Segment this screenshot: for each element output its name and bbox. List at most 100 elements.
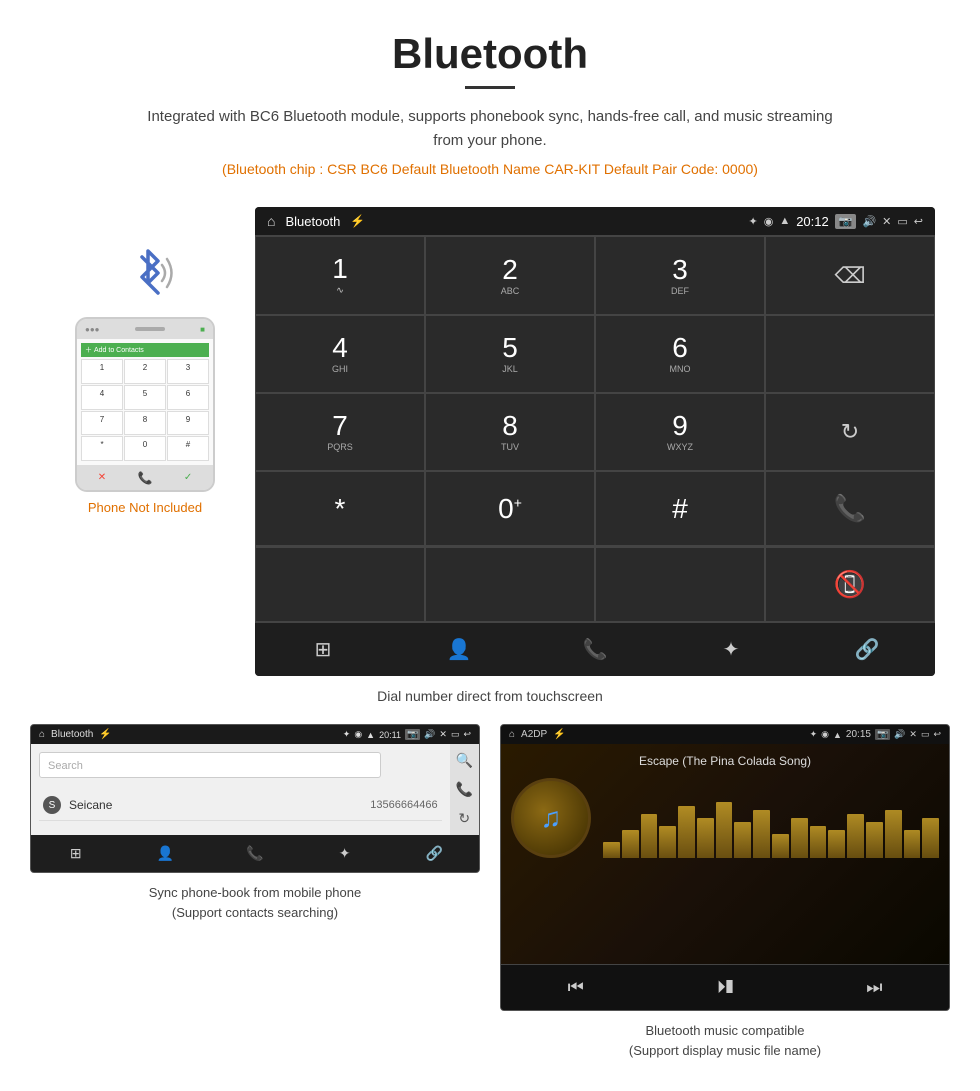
phonebook-usb-icon: ⚡ — [99, 729, 111, 740]
bluetooth-specs: (Bluetooth chip : CSR BC6 Default Blueto… — [20, 161, 960, 177]
signal-icon: ▲ — [779, 215, 790, 227]
dialpad-key-star[interactable]: * — [255, 471, 425, 546]
title-underline — [465, 86, 515, 89]
dialpad-bottom-row: 📵 — [255, 546, 935, 622]
contact-avatar: S — [43, 796, 61, 814]
search-input[interactable]: Search — [39, 752, 381, 778]
dialpad-key-7[interactable]: 7 PQRS — [255, 393, 425, 471]
dialpad-refresh[interactable]: ↻ — [765, 393, 935, 471]
home-icon[interactable]: ⌂ — [267, 213, 275, 229]
phonebook-caption: Sync phone-book from mobile phone (Suppo… — [149, 883, 361, 922]
phone-mockup: ●●● ■ ＋ Add to Contacts 1 2 3 4 5 6 7 8 — [75, 317, 215, 492]
music-album-art: ♫ — [511, 778, 591, 858]
music-song-title: Escape (The Pina Colada Song) — [639, 754, 811, 768]
dialpad-key-5[interactable]: 5 JKL — [425, 315, 595, 393]
nav-link-icon[interactable]: 🔗 — [799, 623, 935, 676]
phone-screen: ＋ Add to Contacts 1 2 3 4 5 6 7 8 9 * 0 … — [77, 339, 213, 465]
bluetooth-wave-icon — [110, 237, 190, 317]
dialpad-backspace[interactable]: ⌫ — [765, 236, 935, 315]
music-vol-icon: 🔊 — [894, 729, 905, 740]
phone-key: 3 — [167, 359, 209, 384]
phone-key: 7 — [81, 411, 123, 436]
music-next-button[interactable]: ⏭ — [800, 965, 949, 1010]
music-location-icon: ◉ — [821, 729, 829, 740]
phonebook-screen: ⌂ Bluetooth ⚡ ✦ ◉ ▲ 20:11 📷 🔊 ✕ ▭ ↩ — [30, 724, 480, 873]
music-note-icon: ♫ — [541, 802, 562, 834]
phonebook-search-icon[interactable]: 🔍 — [456, 752, 473, 769]
dialpad-call-green[interactable]: 📞 — [765, 471, 935, 546]
music-main: Escape (The Pina Colada Song) ♫ — [501, 744, 949, 964]
music-app-name: A2DP — [521, 729, 547, 740]
phone-key: # — [167, 436, 209, 461]
mini-nav-bt[interactable]: ✦ — [300, 835, 390, 872]
close-icon[interactable]: ✕ — [882, 215, 891, 228]
phone-top-bar: ●●● ■ — [77, 319, 213, 339]
mini-nav-link[interactable]: 🔗 — [389, 835, 479, 872]
phone-bottom-bar: ✕ 📞 ✓ — [77, 465, 213, 490]
camera-icon[interactable]: 📷 — [835, 214, 857, 229]
dialpad-key-1[interactable]: 1 ∿ — [255, 236, 425, 315]
music-status-bar: ⌂ A2DP ⚡ ✦ ◉ ▲ 20:15 📷 🔊 ✕ ▭ ↩ — [501, 725, 949, 744]
status-right: ✦ ◉ ▲ 20:12 📷 🔊 ✕ ▭ ↩ — [748, 214, 923, 229]
dialpad-key-8[interactable]: 8 TUV — [425, 393, 595, 471]
music-back-icon[interactable]: ↩ — [933, 729, 941, 740]
dialpad-empty-1 — [765, 315, 935, 393]
phonebook-win-icon[interactable]: ▭ — [451, 729, 460, 740]
bluetooth-status-icon: ✦ — [748, 215, 757, 228]
music-close-icon[interactable]: ✕ — [909, 729, 917, 740]
phonebook-refresh-icon[interactable]: ↻ — [458, 810, 470, 827]
car-dial-display: ⌂ Bluetooth ⚡ ✦ ◉ ▲ 20:12 📷 🔊 ✕ ▭ ↩ — [255, 207, 935, 676]
phonebook-panel: ⌂ Bluetooth ⚡ ✦ ◉ ▲ 20:11 📷 🔊 ✕ ▭ ↩ — [30, 724, 480, 1060]
contact-row-seicane[interactable]: S Seicane 13566664466 — [39, 790, 442, 821]
mini-nav-phone[interactable]: 📞 — [210, 835, 300, 872]
dialpad-key-6[interactable]: 6 MNO — [595, 315, 765, 393]
mini-nav-person[interactable]: 👤 — [121, 835, 211, 872]
usb-icon: ⚡ — [350, 214, 365, 228]
phone-speaker — [135, 327, 165, 331]
music-status-left: ⌂ A2DP ⚡ — [509, 729, 566, 740]
car-bottom-nav: ⊞ 👤 📞 ✦ 🔗 — [255, 622, 935, 676]
contact-number: 13566664466 — [370, 799, 437, 811]
music-signal-icon: ▲ — [833, 730, 842, 740]
window-icon[interactable]: ▭ — [897, 215, 907, 228]
dialpad-key-0[interactable]: 0+ — [425, 471, 595, 546]
page-title: Bluetooth — [20, 30, 960, 78]
phonebook-location-icon: ◉ — [354, 729, 362, 740]
phone-key: 6 — [167, 385, 209, 410]
phonebook-camera-icon: 📷 — [405, 729, 420, 740]
music-status-right: ✦ ◉ ▲ 20:15 📷 🔊 ✕ ▭ ↩ — [810, 729, 941, 740]
dialpad-key-9[interactable]: 9 WXYZ — [595, 393, 765, 471]
bluetooth-wave-container — [110, 237, 180, 307]
nav-phone-icon[interactable]: 📞 — [527, 623, 663, 676]
phonebook-home-icon[interactable]: ⌂ — [39, 729, 45, 740]
phonebook-status-right: ✦ ◉ ▲ 20:11 📷 🔊 ✕ ▭ ↩ — [343, 729, 471, 740]
dialpad-grid: 1 ∿ 2 ABC 3 DEF ⌫ 4 GHI — [255, 235, 935, 546]
phonebook-close-icon[interactable]: ✕ — [439, 729, 447, 740]
phonebook-back-icon[interactable]: ↩ — [463, 729, 471, 740]
mini-nav-grid[interactable]: ⊞ — [31, 835, 121, 872]
phone-not-included-label: Phone Not Included — [88, 500, 202, 515]
music-home-icon[interactable]: ⌂ — [509, 729, 515, 740]
phonebook-vol-icon: 🔊 — [424, 729, 435, 740]
phonebook-body: Search S Seicane 13566664466 🔍 📞 ↻ — [31, 744, 479, 835]
phonebook-bt-icon: ✦ — [343, 729, 351, 740]
nav-grid-icon[interactable]: ⊞ — [255, 623, 391, 676]
phonebook-time: 20:11 — [379, 730, 401, 740]
dialpad-call-red[interactable]: 📵 — [765, 547, 935, 622]
music-play-pause-button[interactable]: ⏵❚ — [650, 965, 799, 1010]
music-win-icon[interactable]: ▭ — [921, 729, 930, 740]
nav-bluetooth-icon[interactable]: ✦ — [663, 623, 799, 676]
dialpad-key-3[interactable]: 3 DEF — [595, 236, 765, 315]
phone-key: 2 — [124, 359, 166, 384]
dialpad-key-hash[interactable]: # — [595, 471, 765, 546]
nav-person-icon[interactable]: 👤 — [391, 623, 527, 676]
phone-key: 5 — [124, 385, 166, 410]
back-icon[interactable]: ↩ — [914, 215, 923, 228]
phonebook-call-icon[interactable]: 📞 — [456, 781, 473, 798]
music-camera-icon: 📷 — [875, 729, 890, 740]
volume-icon[interactable]: 🔊 — [862, 215, 876, 228]
dialpad-key-2[interactable]: 2 ABC — [425, 236, 595, 315]
search-placeholder: Search — [48, 760, 83, 772]
dialpad-key-4[interactable]: 4 GHI — [255, 315, 425, 393]
music-prev-button[interactable]: ⏮ — [501, 965, 650, 1010]
